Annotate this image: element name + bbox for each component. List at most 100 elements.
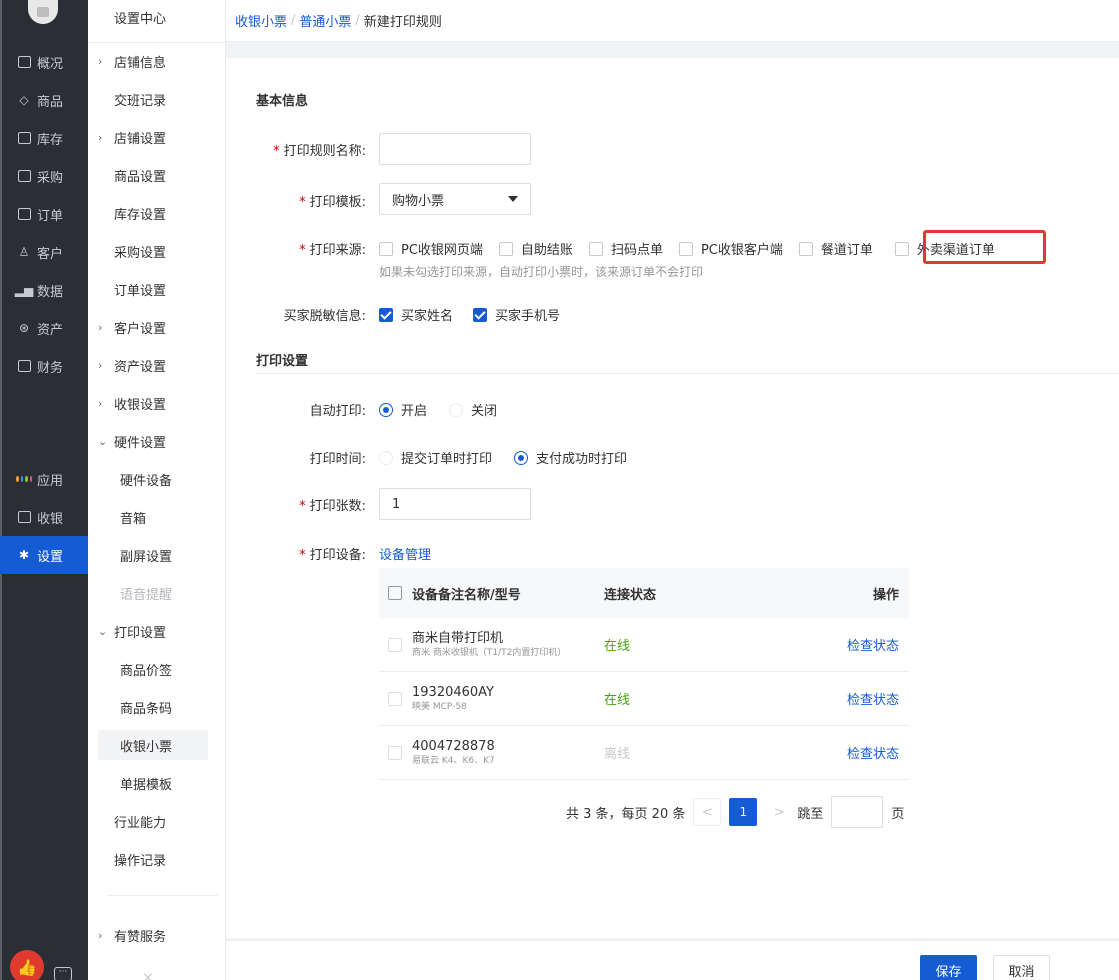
sidebar-item-price-tag[interactable]: 商品价签 bbox=[98, 654, 208, 684]
print-on-submit-radio[interactable]: 提交订单时打印 bbox=[379, 448, 492, 467]
checkbox[interactable] bbox=[379, 241, 393, 256]
check-status-link[interactable]: 检查状态 bbox=[809, 635, 909, 654]
breadcrumb-link-normal-receipt[interactable]: 普通小票 bbox=[299, 11, 351, 30]
chevron-right-icon: › bbox=[98, 130, 103, 144]
radio-selected[interactable] bbox=[514, 450, 529, 465]
sidebar-item-second-screen[interactable]: 副屏设置 bbox=[98, 540, 208, 570]
sidebar-item-customer-settings[interactable]: › 客户设置 bbox=[98, 312, 208, 342]
rail-item-stock[interactable]: 库存 bbox=[0, 119, 88, 157]
breadcrumb-separator: / bbox=[291, 13, 296, 28]
breadcrumb-link-receipt[interactable]: 收银小票 bbox=[235, 11, 287, 30]
table-header-cell: 连接状态 bbox=[604, 587, 657, 603]
jump-page-input[interactable] bbox=[831, 796, 884, 828]
checkbox[interactable] bbox=[894, 241, 909, 256]
checkbox[interactable] bbox=[798, 241, 813, 256]
sidebar-item-hardware-devices[interactable]: 硬件设备 bbox=[98, 464, 208, 494]
checkbox-checked[interactable] bbox=[473, 307, 488, 322]
sidebar-item-goods-settings[interactable]: 商品设置 bbox=[98, 160, 208, 190]
check-status-link[interactable]: 检查状态 bbox=[809, 689, 909, 708]
jump-label: 跳至 bbox=[797, 806, 824, 822]
source-checkbox-pc-client[interactable]: PC收银客户端 bbox=[678, 239, 783, 258]
sidebar-item-shop-settings[interactable]: › 店铺设置 bbox=[98, 122, 208, 152]
rail-item-data[interactable]: ▂▅ 数据 bbox=[0, 271, 88, 309]
source-checkbox-self-checkout[interactable]: 自助结账 bbox=[498, 239, 573, 258]
sidebar-item-stock-settings[interactable]: 库存设置 bbox=[98, 198, 208, 228]
current-page-button[interactable]: 1 bbox=[729, 798, 758, 826]
shop-logo[interactable] bbox=[28, 0, 58, 24]
mask-checkbox-buyer-name[interactable]: 买家姓名 bbox=[379, 305, 453, 324]
print-on-paid-radio[interactable]: 支付成功时打印 bbox=[514, 448, 627, 467]
copies-label-text: 打印张数: bbox=[309, 499, 366, 514]
prev-page-button[interactable]: < bbox=[693, 798, 722, 826]
order-icon bbox=[16, 207, 32, 221]
checkbox-label: 买家手机号 bbox=[495, 309, 561, 324]
rail-item-settings[interactable]: ✱ 设置 bbox=[0, 536, 88, 574]
copies-input[interactable]: 1 bbox=[379, 488, 531, 520]
mask-checkbox-buyer-phone[interactable]: 买家手机号 bbox=[473, 305, 560, 324]
sidebar-item-shift-records[interactable]: 交班记录 bbox=[98, 84, 208, 114]
rule-name-label-text: 打印规则名称: bbox=[283, 144, 366, 159]
rail-item-label: 收银 bbox=[37, 511, 64, 527]
radio-selected[interactable] bbox=[379, 402, 393, 417]
sidebar-item-label: 店铺设置 bbox=[114, 131, 167, 147]
sidebar-item-order-settings[interactable]: 订单设置 bbox=[98, 274, 208, 304]
template-select[interactable]: 购物小票 bbox=[379, 183, 531, 215]
rule-name-input[interactable] bbox=[379, 133, 531, 165]
radio-label: 开启 bbox=[401, 404, 428, 419]
row-checkbox[interactable] bbox=[388, 745, 402, 760]
sidebar-item-print-settings[interactable]: ⌄ 打印设置 bbox=[98, 616, 208, 646]
rail-item-orders[interactable]: 订单 bbox=[0, 195, 88, 233]
checkbox-label: 自助结账 bbox=[520, 243, 573, 258]
sidebar-item-operation-log[interactable]: 操作记录 bbox=[98, 844, 208, 874]
sidebar-item-industry[interactable]: 行业能力 bbox=[98, 806, 208, 836]
auto-print-on-radio[interactable]: 开启 bbox=[379, 400, 427, 419]
rail-item-purchase[interactable]: 采购 bbox=[0, 157, 88, 195]
next-page-button[interactable]: > bbox=[765, 798, 793, 826]
sidebar-item-receipt[interactable]: 收银小票 bbox=[98, 730, 208, 760]
sidebar-item-purchase-settings[interactable]: 采购设置 bbox=[98, 236, 208, 266]
source-hint: 如果未勾选打印来源，自动打印小票时，该来源订单不会打印 bbox=[379, 265, 704, 279]
row-checkbox[interactable] bbox=[388, 637, 402, 652]
source-checkbox-pc-web[interactable]: PC收银网页端 bbox=[379, 239, 483, 258]
check-status-link[interactable]: 检查状态 bbox=[809, 743, 909, 762]
thumbs-up-icon[interactable]: 👍 bbox=[10, 950, 44, 980]
checkbox-checked[interactable] bbox=[379, 307, 393, 322]
save-button[interactable]: 保存 bbox=[920, 955, 977, 980]
sidebar-item-document-template[interactable]: 单据模板 bbox=[98, 768, 208, 798]
collapse-sidebar-icon[interactable]: × bbox=[142, 970, 154, 980]
sidebar-item-speaker[interactable]: 音箱 bbox=[98, 502, 208, 532]
settings-sidebar: 设置中心 › 店铺信息 交班记录 › 店铺设置 商品设置 库存设置 采购设置 订单设… bbox=[88, 0, 226, 980]
sidebar-item-youzan-service[interactable]: › 有赞服务 bbox=[98, 920, 208, 950]
source-checkbox-candao[interactable]: 餐道订单 bbox=[798, 239, 873, 258]
checkbox[interactable] bbox=[498, 241, 513, 256]
sidebar-item-barcode[interactable]: 商品条码 bbox=[98, 692, 208, 722]
radio[interactable] bbox=[379, 450, 393, 465]
sidebar-item-cashier-settings[interactable]: › 收银设置 bbox=[98, 388, 208, 418]
sidebar-item-asset-settings[interactable]: › 资产设置 bbox=[98, 350, 208, 380]
device-management-link[interactable]: 设备管理 bbox=[379, 544, 431, 563]
sidebar-item-shop-info[interactable]: › 店铺信息 bbox=[98, 46, 208, 76]
checkbox[interactable] bbox=[588, 241, 603, 256]
user-icon: ♙ bbox=[18, 245, 30, 259]
auto-print-off-radio[interactable]: 关闭 bbox=[449, 400, 497, 419]
radio[interactable] bbox=[449, 402, 464, 417]
rail-item-goods[interactable]: ◇ 商品 bbox=[0, 81, 88, 119]
rail-item-customers[interactable]: ♙ 客户 bbox=[0, 233, 88, 271]
sidebar-item-label: 硬件设备 bbox=[120, 473, 173, 489]
chat-icon[interactable]: ··· bbox=[54, 967, 72, 980]
source-checkbox-scan-order[interactable]: 扫码点单 bbox=[588, 239, 663, 258]
sidebar-title: 设置中心 bbox=[114, 12, 167, 27]
cancel-button[interactable]: 取消 bbox=[993, 955, 1050, 980]
sidebar-item-hardware-settings[interactable]: ⌄ 硬件设置 bbox=[98, 426, 208, 456]
tag-icon: ◇ bbox=[19, 93, 29, 107]
rail-item-apps[interactable]: 应用 bbox=[0, 460, 88, 498]
rail-item-assets[interactable]: ⊛ 资产 bbox=[0, 309, 88, 347]
print-time-radio-group: 提交订单时打印 支付成功时打印 bbox=[379, 448, 649, 467]
rail-item-overview[interactable]: 概况 bbox=[0, 43, 88, 81]
sidebar-item-label: 操作记录 bbox=[114, 853, 167, 869]
row-checkbox[interactable] bbox=[388, 691, 402, 706]
select-all-checkbox[interactable] bbox=[388, 586, 402, 600]
rail-item-cashier[interactable]: 收银 bbox=[0, 498, 88, 536]
checkbox[interactable] bbox=[678, 241, 693, 256]
rail-item-finance[interactable]: 财务 bbox=[0, 347, 88, 385]
